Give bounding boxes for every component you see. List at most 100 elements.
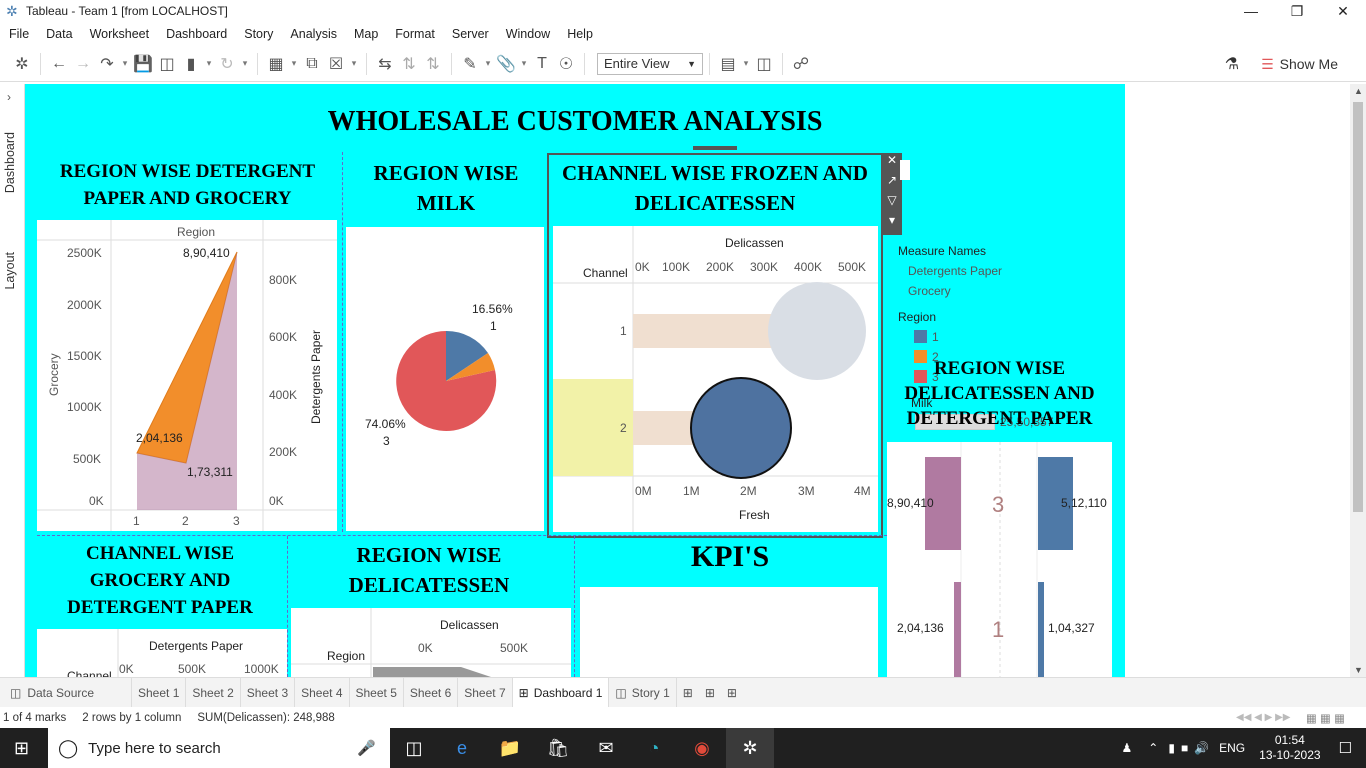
close-icon[interactable]: ✕ <box>1320 0 1366 22</box>
nav-arrows-icon[interactable]: ◀◀ ◀ ▶ ▶▶ <box>1236 712 1290 723</box>
tab-sheet-1[interactable]: Sheet 1 <box>132 677 187 708</box>
microphone-icon[interactable]: 🎤 <box>357 739 376 757</box>
open-sheet-icon[interactable]: ↗ <box>887 173 897 193</box>
sheet5-chart[interactable]: Detergents Paper 0K 500K 1000K Channel <box>37 629 287 677</box>
scrollbar-thumb[interactable] <box>1353 102 1363 512</box>
file-explorer-icon[interactable]: 📁 <box>486 728 534 768</box>
tab-data-source[interactable]: ◫ Data Source <box>0 677 132 708</box>
tab-sheet-3[interactable]: Sheet 3 <box>241 677 296 708</box>
highlight-icon[interactable]: ✎ <box>458 52 482 76</box>
legend-item[interactable]: Grocery <box>908 284 951 298</box>
new-worksheet-tab-icon[interactable]: ⊞ <box>677 678 699 708</box>
dropdown-icon[interactable]: ▾ <box>203 52 215 76</box>
show-me-button[interactable]: ⚗ ☰ Show Me <box>1225 46 1338 82</box>
pin-icon[interactable]: ☉ <box>554 52 578 76</box>
chrome-icon[interactable]: ◉ <box>678 728 726 768</box>
presentation-mode-icon[interactable]: ◫ <box>752 52 776 76</box>
save-icon[interactable]: 💾 <box>131 52 155 76</box>
dropdown-icon[interactable]: ▾ <box>288 52 300 76</box>
dropdown-icon[interactable]: ▾ <box>119 52 131 76</box>
new-datasource-icon[interactable]: ◫ <box>155 52 179 76</box>
view-mode-icons[interactable]: ▦ ▦ ▦ <box>1306 711 1345 725</box>
new-worksheet-icon[interactable]: ▦ <box>264 52 288 76</box>
tab-story-1[interactable]: ◫ Story 1 <box>609 677 677 708</box>
tab-layout[interactable]: Layout <box>3 252 17 290</box>
tab-sheet-7[interactable]: Sheet 7 <box>458 677 513 708</box>
undo-icon[interactable]: ← <box>47 52 71 76</box>
tab-dashboard-1[interactable]: ⊞ Dashboard 1 <box>512 677 610 708</box>
sheet3-chart[interactable]: Delicassen Channel 0K 100K 200K 300K 400… <box>553 226 878 532</box>
edge-icon[interactable]: ◔ <box>630 728 678 768</box>
scroll-up-icon[interactable]: ▲ <box>1354 86 1363 96</box>
sort-descending-icon[interactable]: ⇅ <box>421 52 445 76</box>
tab-sheet-4[interactable]: Sheet 4 <box>295 677 350 708</box>
clock[interactable]: 01:54 13-10-2023 <box>1259 733 1320 763</box>
language-indicator[interactable]: ENG <box>1219 741 1245 755</box>
clear-sheet-icon[interactable]: ☒ <box>324 52 348 76</box>
edge-legacy-icon[interactable]: e <box>438 728 486 768</box>
menu-format[interactable]: Format <box>386 27 443 41</box>
remove-icon[interactable]: ✕ <box>887 153 897 173</box>
sheet4-chart[interactable]: 8,90,410 3 5,12,110 2,04,136 1 1,04,327 <box>887 442 1112 677</box>
show-cards-icon[interactable]: ▤ <box>716 52 740 76</box>
paint-icon[interactable]: ⚗ <box>1225 54 1239 74</box>
vertical-scrollbar[interactable]: ▲ ▼ <box>1350 84 1366 677</box>
mail-icon[interactable]: ✉ <box>582 728 630 768</box>
dropdown-icon[interactable]: ▾ <box>518 52 530 76</box>
menu-server[interactable]: Server <box>443 27 497 41</box>
dropdown-icon[interactable]: ▾ <box>482 52 494 76</box>
menu-help[interactable]: Help <box>558 27 601 41</box>
sheet6-chart[interactable]: Delicassen 0K 500K Region <box>291 608 571 677</box>
pause-updates-icon[interactable]: ▮ <box>179 52 203 76</box>
new-dashboard-tab-icon[interactable]: ⊞ <box>699 678 721 708</box>
people-icon[interactable]: ♟ <box>1122 741 1133 755</box>
fit-select[interactable]: Entire View ▼ <box>597 52 703 75</box>
legend-item[interactable]: Detergents Paper <box>908 264 1002 278</box>
menu-file[interactable]: File <box>0 27 37 41</box>
dropdown-icon[interactable]: ▾ <box>348 52 360 76</box>
menu-analysis[interactable]: Analysis <box>281 27 345 41</box>
replay-icon[interactable]: ↷ <box>95 52 119 76</box>
swap-icon[interactable]: ⇆ <box>373 52 397 76</box>
dropdown-icon[interactable]: ▾ <box>239 52 251 76</box>
redo-icon[interactable]: → <box>71 52 95 76</box>
more-options-icon[interactable]: ▾ <box>889 213 895 233</box>
share-icon[interactable]: ☍ <box>789 52 813 76</box>
restore-icon[interactable]: ❐ <box>1274 0 1320 22</box>
tab-dashboard[interactable]: Dashboard <box>3 132 17 193</box>
menu-map[interactable]: Map <box>345 27 386 41</box>
store-icon[interactable]: 🛍 <box>534 728 582 768</box>
taskbar-search[interactable]: ◯ Type here to search 🎤 <box>48 728 390 768</box>
windows-start-icon[interactable]: ⊞ <box>14 738 29 759</box>
battery-icon[interactable]: ▮ <box>1168 741 1175 755</box>
filter-icon[interactable]: ▽ <box>887 193 896 213</box>
new-story-tab-icon[interactable]: ⊞ <box>721 678 743 708</box>
sheet2-chart[interactable]: 16.56% 1 74.06% 3 <box>346 227 544 531</box>
menu-story[interactable]: Story <box>235 27 281 41</box>
volume-icon[interactable]: 🔊 <box>1194 741 1209 755</box>
menu-window[interactable]: Window <box>497 27 558 41</box>
sort-ascending-icon[interactable]: ⇅ <box>397 52 421 76</box>
tableau-home-icon[interactable]: ✲ <box>10 52 34 76</box>
dropdown-icon[interactable]: ▾ <box>740 52 752 76</box>
duplicate-icon[interactable]: ⧉ <box>300 52 324 76</box>
expand-icon[interactable]: › <box>7 90 11 104</box>
legend-item[interactable]: 1 <box>932 330 939 344</box>
chevron-up-icon[interactable]: ⌃ <box>1148 741 1158 755</box>
menu-worksheet[interactable]: Worksheet <box>81 27 158 41</box>
minimize-icon[interactable]: — <box>1228 0 1274 22</box>
menu-dashboard[interactable]: Dashboard <box>157 27 235 41</box>
refresh-icon[interactable]: ↻ <box>215 52 239 76</box>
tab-sheet-2[interactable]: Sheet 2 <box>186 677 241 708</box>
tab-sheet-5[interactable]: Sheet 5 <box>350 677 404 708</box>
network-icon[interactable]: ■ <box>1181 741 1188 755</box>
drag-handle-icon[interactable] <box>693 146 737 150</box>
labels-icon[interactable]: T <box>530 52 554 76</box>
menu-data[interactable]: Data <box>37 27 80 41</box>
tableau-taskbar-icon[interactable]: ✲ <box>726 728 774 768</box>
kpi-panel[interactable] <box>580 587 878 677</box>
task-view-icon[interactable]: ◫ <box>390 728 438 768</box>
tab-sheet-6[interactable]: Sheet 6 <box>404 677 459 708</box>
notification-icon[interactable]: ☐ <box>1339 739 1352 757</box>
sheet1-chart[interactable]: Region Grocery Detergents Paper 2500K 20… <box>37 220 337 531</box>
